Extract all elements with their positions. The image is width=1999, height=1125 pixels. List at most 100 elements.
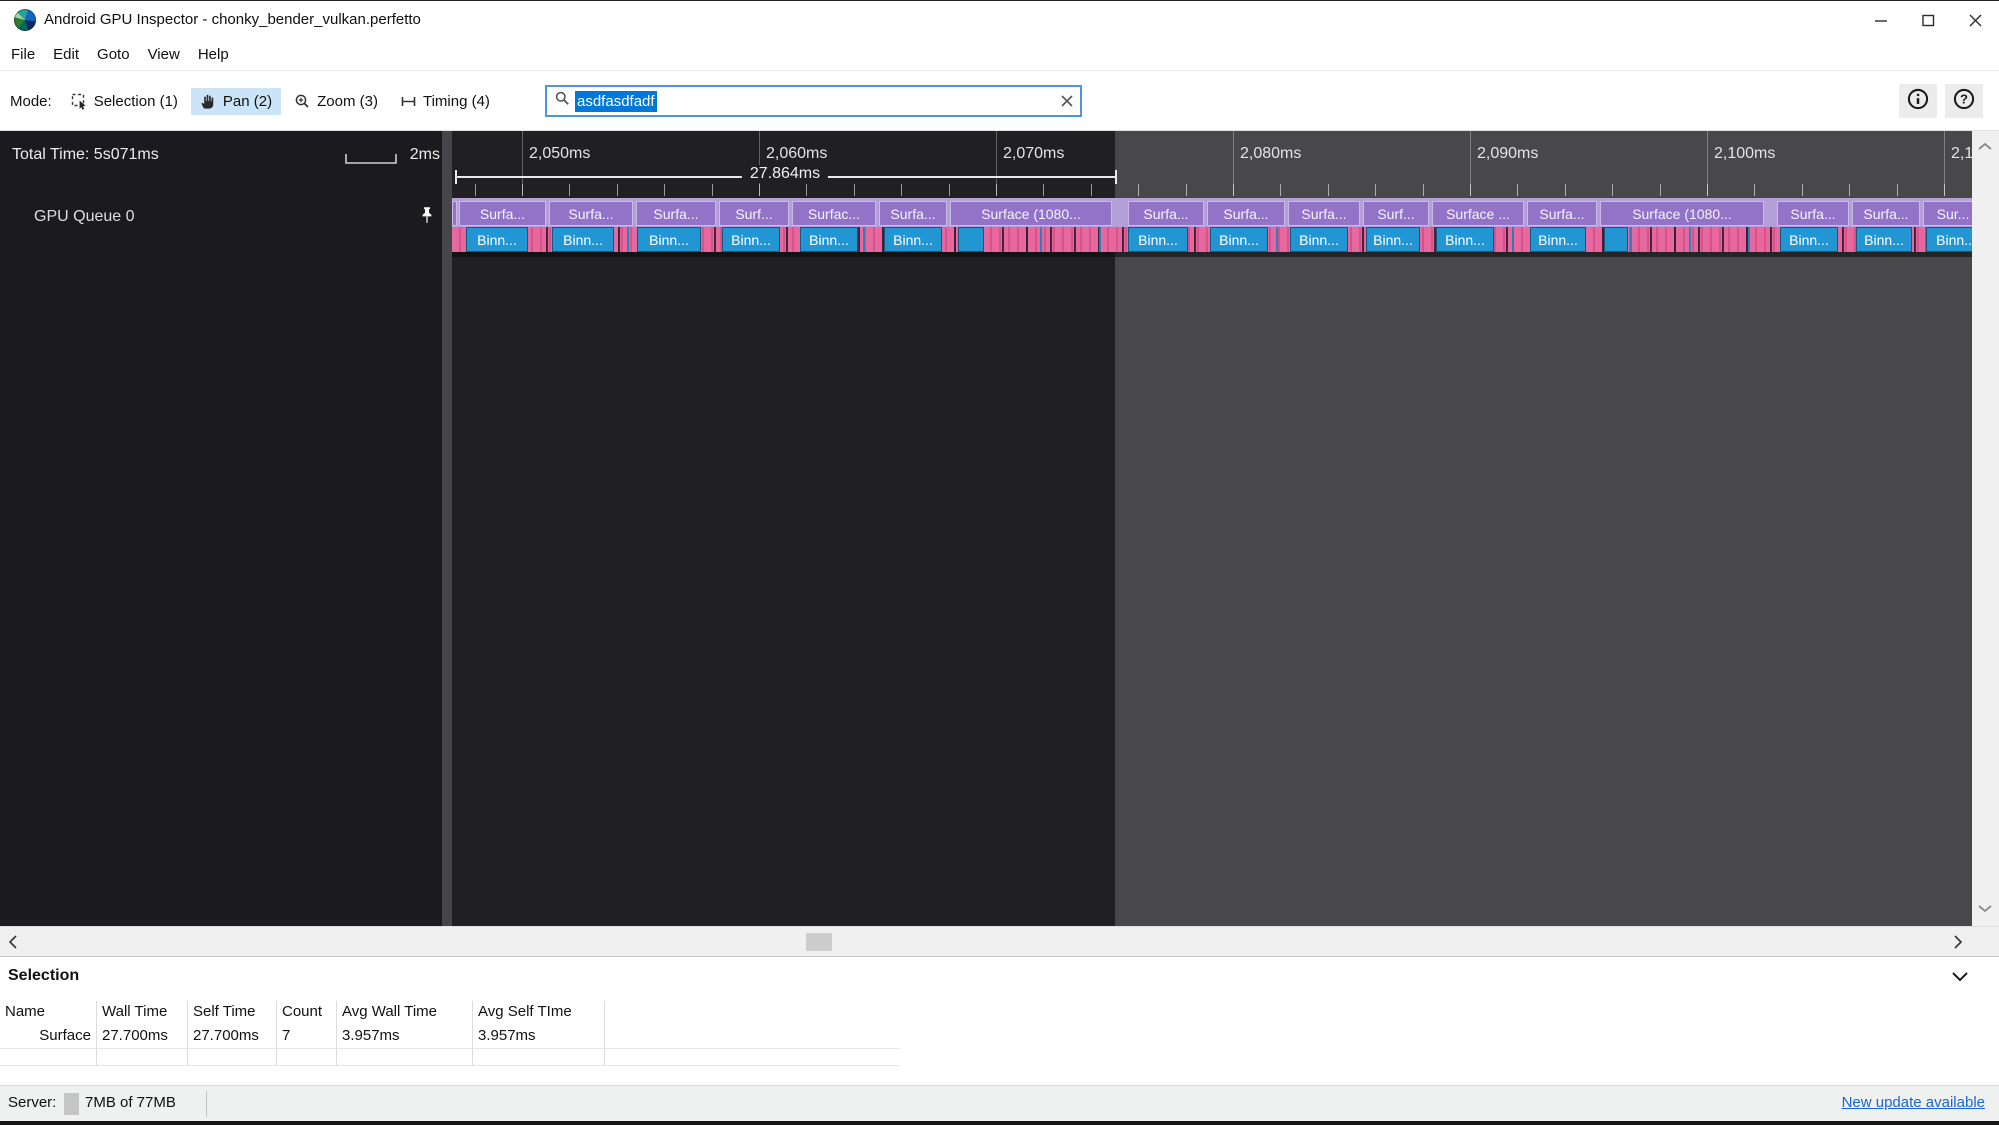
binning-slice[interactable]: Binn... bbox=[800, 227, 858, 252]
selection-mode-icon bbox=[71, 93, 88, 110]
minimize-button[interactable] bbox=[1858, 1, 1905, 39]
surface-slice[interactable]: Surfa... bbox=[549, 201, 633, 226]
window-edge bbox=[0, 1121, 1999, 1125]
binning-slice[interactable]: Binn... bbox=[1436, 227, 1494, 252]
binning-slice[interactable]: Binn... bbox=[637, 227, 701, 252]
binning-slice[interactable]: Binn... bbox=[722, 227, 780, 252]
menu-help[interactable]: Help bbox=[189, 42, 238, 67]
surface-slice[interactable]: Surfa... bbox=[459, 201, 546, 226]
binning-slice[interactable]: Binn... bbox=[466, 227, 528, 252]
mode-label: Mode: bbox=[10, 93, 52, 110]
toolbar: Mode: Selection (1) Pan (2) bbox=[0, 71, 1999, 131]
surface-slice[interactable]: Sur... bbox=[1923, 201, 1972, 226]
binning-slice[interactable]: Binn... bbox=[1780, 227, 1838, 252]
collapse-panel-icon[interactable] bbox=[1951, 969, 1969, 987]
selection-mode-button[interactable]: Selection (1) bbox=[62, 88, 187, 115]
surface-slice[interactable]: Surf... bbox=[1363, 201, 1429, 226]
surface-slice[interactable]: Surfa... bbox=[1128, 201, 1204, 226]
pan-mode-button[interactable]: Pan (2) bbox=[191, 88, 281, 115]
window-title: Android GPU Inspector - chonky_bender_vu… bbox=[44, 11, 421, 28]
column-header-avg-wall-time[interactable]: Avg Wall Time bbox=[337, 1001, 473, 1025]
binning-slice[interactable] bbox=[1604, 227, 1628, 252]
pin-icon[interactable] bbox=[416, 203, 438, 227]
surface-slice[interactable]: Surface ... bbox=[1432, 201, 1524, 226]
column-header-count[interactable]: Count bbox=[277, 1001, 337, 1025]
clear-search-icon[interactable] bbox=[1061, 95, 1073, 107]
horizontal-scrollbar[interactable] bbox=[0, 926, 1999, 956]
surface-slice[interactable]: Surfa... bbox=[879, 201, 947, 226]
scroll-right-icon[interactable] bbox=[1953, 935, 1963, 954]
help-button[interactable]: ? bbox=[1945, 84, 1983, 118]
pan-mode-icon bbox=[200, 93, 217, 110]
info-button[interactable] bbox=[1899, 84, 1937, 118]
surface-slice[interactable] bbox=[452, 201, 457, 226]
binning-slice[interactable]: Binn... bbox=[1210, 227, 1268, 252]
selection-table: Name Wall Time Self Time Count Avg Wall … bbox=[0, 1001, 900, 1066]
gpu-queue-track[interactable]: Surfa...Surfa...Surfa...Surf...Surfac...… bbox=[452, 131, 1972, 926]
menu-edit[interactable]: Edit bbox=[44, 42, 88, 67]
binning-slice[interactable] bbox=[958, 227, 984, 252]
zoom-mode-icon bbox=[294, 93, 311, 110]
column-header-avg-self-time[interactable]: Avg Self TIme bbox=[473, 1001, 605, 1025]
binning-slice[interactable]: Binn... bbox=[1290, 227, 1348, 252]
column-header-wall-time[interactable]: Wall Time bbox=[97, 1001, 188, 1025]
update-link[interactable]: New update available bbox=[1842, 1094, 1985, 1111]
vertical-scrollbar[interactable] bbox=[1972, 131, 1999, 926]
timeline-canvas[interactable]: Total Time: 5s071ms 2ms 2,050ms2,060ms2,… bbox=[0, 131, 1999, 926]
binning-slice[interactable]: Binn... bbox=[1530, 227, 1586, 252]
column-header-name[interactable]: Name bbox=[0, 1001, 97, 1025]
timing-mode-label: Timing (4) bbox=[423, 93, 490, 110]
cell-self-time: 27.700ms bbox=[188, 1025, 277, 1048]
selection-panel-title: Selection bbox=[8, 967, 79, 985]
timing-mode-button[interactable]: Timing (4) bbox=[391, 88, 499, 115]
binning-slice[interactable]: Binn... bbox=[1926, 227, 1972, 252]
column-header-self-time[interactable]: Self Time bbox=[188, 1001, 277, 1025]
scroll-up-icon[interactable] bbox=[1977, 139, 1993, 157]
table-header-row: Name Wall Time Self Time Count Avg Wall … bbox=[0, 1001, 900, 1025]
timing-mode-icon bbox=[400, 93, 417, 110]
panel-divider bbox=[442, 131, 452, 926]
surface-slice[interactable]: Surfa... bbox=[636, 201, 716, 226]
surface-slice[interactable]: Surfa... bbox=[1777, 201, 1849, 226]
surface-slice[interactable]: Surfa... bbox=[1527, 201, 1597, 226]
search-icon bbox=[554, 90, 571, 112]
menu-file[interactable]: File bbox=[2, 42, 44, 67]
binning-slice[interactable]: Binn... bbox=[1128, 227, 1188, 252]
selection-panel: Selection Name Wall Time Self Time Count… bbox=[0, 956, 1999, 1085]
scroll-down-icon[interactable] bbox=[1977, 900, 1993, 918]
menu-goto[interactable]: Goto bbox=[88, 42, 139, 67]
close-button[interactable] bbox=[1952, 1, 1999, 39]
menu-view[interactable]: View bbox=[139, 42, 189, 67]
memory-gauge bbox=[64, 1093, 79, 1115]
cell-name: Surface bbox=[0, 1025, 97, 1048]
title-bar: Android GPU Inspector - chonky_bender_vu… bbox=[0, 0, 1999, 38]
scrollbar-thumb[interactable] bbox=[806, 933, 832, 951]
surface-slice[interactable]: Surfa... bbox=[1207, 201, 1285, 226]
svg-text:?: ? bbox=[1960, 91, 1968, 106]
status-bar: Server: 7MB of 77MB New update available bbox=[0, 1085, 1999, 1121]
surface-slice[interactable]: Surfa... bbox=[1288, 201, 1360, 226]
surface-slice[interactable]: Surf... bbox=[719, 201, 789, 226]
scroll-left-icon[interactable] bbox=[8, 935, 18, 954]
search-input[interactable]: asdfasdfadf bbox=[545, 85, 1082, 117]
table-empty-row bbox=[0, 1049, 900, 1066]
surface-slice[interactable]: Surface (1080... bbox=[950, 201, 1112, 226]
surface-slice[interactable]: Surfac... bbox=[792, 201, 876, 226]
surface-slice[interactable]: Surface (1080... bbox=[1600, 201, 1764, 226]
status-divider bbox=[206, 1091, 207, 1117]
zoom-mode-button[interactable]: Zoom (3) bbox=[285, 88, 387, 115]
maximize-button[interactable] bbox=[1905, 1, 1952, 39]
scale-label: 2ms bbox=[400, 146, 440, 164]
binning-slice[interactable]: Binn... bbox=[884, 227, 942, 252]
info-icon bbox=[1907, 88, 1929, 115]
selection-mode-label: Selection (1) bbox=[94, 93, 178, 110]
binning-slice[interactable]: Binn... bbox=[1366, 227, 1420, 252]
server-label: Server: bbox=[8, 1094, 56, 1111]
zoom-mode-label: Zoom (3) bbox=[317, 93, 378, 110]
table-row[interactable]: Surface 27.700ms 27.700ms 7 3.957ms 3.95… bbox=[0, 1025, 900, 1049]
cell-wall-time: 27.700ms bbox=[97, 1025, 188, 1048]
surface-slice[interactable]: Surfa... bbox=[1852, 201, 1920, 226]
track-bottom-shadow bbox=[452, 252, 1972, 257]
binning-slice[interactable]: Binn... bbox=[552, 227, 614, 252]
binning-slice[interactable]: Binn... bbox=[1856, 227, 1912, 252]
